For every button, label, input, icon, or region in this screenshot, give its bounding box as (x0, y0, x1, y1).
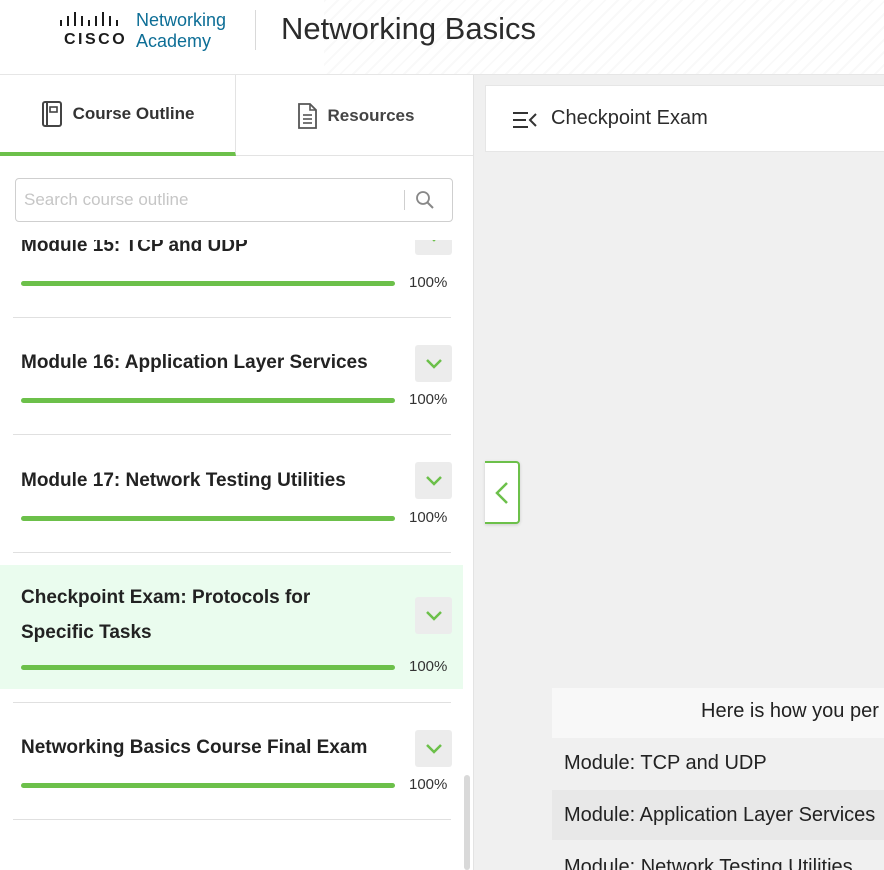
chevron-down-icon (425, 476, 442, 486)
chevron-down-icon (425, 744, 442, 754)
divider (13, 702, 451, 703)
table-row: Module: TCP and UDP (564, 752, 767, 774)
progress-percent: 100% (409, 658, 448, 675)
module-title: Module 16: Application Layer Services (21, 352, 368, 373)
progress-bar (21, 665, 395, 670)
expand-button[interactable] (415, 462, 452, 499)
search-input[interactable] (24, 188, 399, 212)
expand-button[interactable] (415, 240, 452, 255)
sidebar-tabs: Course Outline Resources (0, 75, 473, 156)
logo-brand-text: CISCO (64, 31, 128, 48)
book-icon (41, 100, 62, 127)
divider (13, 317, 451, 318)
search-icon[interactable] (415, 190, 435, 210)
document-icon (297, 102, 317, 129)
menu-collapse-icon[interactable] (512, 110, 538, 130)
module-title: Networking Basics Course Final Exam (21, 737, 368, 758)
progress-bar (21, 783, 395, 788)
tab-resources[interactable]: Resources (237, 75, 473, 156)
tab-resources-label: Resources (327, 105, 415, 125)
content-header: Checkpoint Exam (485, 85, 884, 152)
module-title: Module 17: Network Testing Utilities (21, 470, 346, 491)
progress-percent: 100% (409, 509, 448, 526)
sidebar-scrollbar[interactable] (464, 775, 470, 870)
divider (13, 552, 451, 553)
chevron-left-icon (494, 481, 508, 504)
table-row: Module: Network Testing Utilities (564, 856, 853, 870)
progress-percent: 100% (409, 274, 448, 291)
list-item-checkpoint-exam[interactable]: Checkpoint Exam: Protocols for Specific … (0, 565, 463, 689)
logo-academy-text: Academy (136, 31, 212, 51)
list-item-module-16[interactable]: Module 16: Application Layer Services 10… (0, 335, 463, 435)
expand-button[interactable] (415, 345, 452, 382)
progress-bar (21, 281, 395, 286)
module-title-line1: Checkpoint Exam: Protocols for (21, 587, 311, 608)
divider (13, 819, 451, 820)
course-title: Networking Basics (281, 11, 536, 46)
search-divider (404, 190, 405, 210)
progress-bar (21, 516, 395, 521)
collapse-sidebar-button[interactable] (485, 461, 520, 524)
course-outline-list: Module 15: TCP and UDP 100% Module 16: A… (0, 240, 473, 870)
list-item-module-17[interactable]: Module 17: Network Testing Utilities 100… (0, 452, 463, 552)
logo-networking-text: Networking (136, 10, 227, 30)
cisco-networking-academy-logo[interactable]: CISCO Networking Academy (58, 10, 238, 55)
table-row: Module: Application Layer Services (552, 790, 884, 840)
main-content: Checkpoint Exam Here is how you per Modu… (474, 75, 884, 870)
page-title: Checkpoint Exam (551, 107, 708, 129)
module-title-line2: Specific Tasks (21, 622, 152, 643)
chevron-down-icon (425, 611, 442, 621)
progress-percent: 100% (409, 391, 448, 408)
results-heading: Here is how you per (552, 688, 884, 738)
list-item-final-exam[interactable]: Networking Basics Course Final Exam 100% (0, 716, 463, 816)
progress-bar (21, 398, 395, 403)
tab-course-outline-label: Course Outline (72, 103, 195, 123)
course-sidebar: Course Outline Resources Module 15: TCP … (0, 75, 474, 870)
expand-button[interactable] (415, 730, 452, 767)
expand-button[interactable] (415, 597, 452, 634)
module-title: Module 15: TCP and UDP (21, 240, 248, 256)
header-divider (255, 10, 256, 50)
list-item-module-15[interactable]: Module 15: TCP and UDP 100% (0, 240, 463, 318)
progress-percent: 100% (409, 776, 448, 793)
chevron-down-icon (425, 359, 442, 369)
cisco-bars-icon (60, 12, 118, 26)
divider (13, 434, 451, 435)
search-box (15, 178, 453, 222)
app-header: CISCO Networking Academy Networking Basi… (0, 0, 884, 75)
tab-course-outline[interactable]: Course Outline (0, 75, 236, 156)
chevron-down-icon (431, 240, 436, 242)
